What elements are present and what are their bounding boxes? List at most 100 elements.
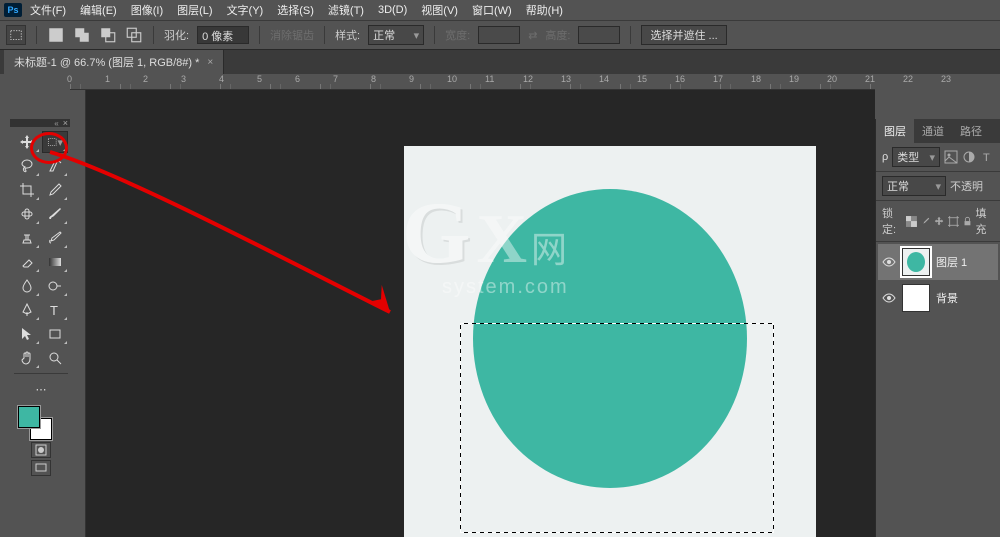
height-label: 高度: xyxy=(545,27,570,43)
tools-panel: T ⋯ xyxy=(10,127,70,480)
ruler-vertical xyxy=(70,90,86,537)
screen-mode-row xyxy=(14,460,68,476)
panel-tabs: 图层 通道 路径 xyxy=(876,119,1000,143)
lock-row: 锁定: 填充 xyxy=(876,201,1000,242)
layer-name[interactable]: 背景 xyxy=(936,290,994,306)
lock-transparency-icon[interactable] xyxy=(906,215,917,228)
brush-tool[interactable] xyxy=(42,203,68,225)
zoom-tool[interactable] xyxy=(42,347,68,369)
lock-artboard-icon[interactable] xyxy=(948,215,959,228)
subtract-selection-icon[interactable] xyxy=(99,26,117,44)
filter-type-icon[interactable]: T xyxy=(980,150,994,164)
height-input xyxy=(578,26,620,44)
hand-tool[interactable] xyxy=(14,347,40,369)
feather-label: 羽化: xyxy=(164,27,189,43)
foreground-color[interactable] xyxy=(18,406,40,428)
width-label: 宽度: xyxy=(445,27,470,43)
tab-channels[interactable]: 通道 xyxy=(914,119,952,143)
filter-adjust-icon[interactable] xyxy=(962,150,976,164)
menu-filter[interactable]: 滤镜(T) xyxy=(322,0,370,20)
blend-mode-row: 正常 不透明 xyxy=(876,172,1000,201)
pen-tool[interactable] xyxy=(14,299,40,321)
style-select[interactable]: 正常 xyxy=(368,25,424,45)
tools-header[interactable]: «× xyxy=(10,119,70,127)
intersect-selection-icon[interactable] xyxy=(125,26,143,44)
gradient-tool[interactable] xyxy=(42,251,68,273)
menu-image[interactable]: 图像(I) xyxy=(125,0,169,20)
layer-row-bg[interactable]: 背景 xyxy=(878,280,998,316)
lock-label: 锁定: xyxy=(882,205,903,237)
quick-mask-row xyxy=(14,442,68,458)
menu-layer[interactable]: 图层(L) xyxy=(171,0,218,20)
menu-file[interactable]: 文件(F) xyxy=(24,0,72,20)
edit-toolbar[interactable]: ⋯ xyxy=(28,378,54,400)
lock-brush-icon[interactable] xyxy=(920,215,931,228)
close-tab-icon[interactable]: × xyxy=(207,57,213,68)
layer-filter-row: ρ 类型 T xyxy=(876,143,1000,172)
layer-row-1[interactable]: 图层 1 xyxy=(878,244,998,280)
screen-mode[interactable] xyxy=(31,460,51,476)
menu-view[interactable]: 视图(V) xyxy=(415,0,464,20)
tab-title: 未标题-1 @ 66.7% (图层 1, RGB/8#) * xyxy=(14,54,199,70)
crop-tool[interactable] xyxy=(14,179,40,201)
lock-position-icon[interactable] xyxy=(934,215,945,228)
filter-image-icon[interactable] xyxy=(944,150,958,164)
dodge-tool[interactable] xyxy=(42,275,68,297)
canvas-workspace[interactable] xyxy=(86,90,875,537)
visibility-icon[interactable] xyxy=(882,291,896,305)
svg-text:T: T xyxy=(983,152,990,164)
width-input xyxy=(478,26,520,44)
layer-name[interactable]: 图层 1 xyxy=(936,254,994,270)
menubar: Ps 文件(F) 编辑(E) 图像(I) 图层(L) 文字(Y) 选择(S) 滤… xyxy=(0,0,1000,20)
eraser-tool[interactable] xyxy=(14,251,40,273)
right-panel: 图层 通道 路径 ρ 类型 T 正常 不透明 锁定: 填充 图层 1 背景 xyxy=(875,119,1000,537)
blur-tool[interactable] xyxy=(14,275,40,297)
layer-thumbnail[interactable] xyxy=(902,284,930,312)
menu-type[interactable]: 文字(Y) xyxy=(221,0,270,20)
spot-healing-tool[interactable] xyxy=(14,203,40,225)
ps-logo: Ps xyxy=(4,3,22,17)
lock-all-icon[interactable] xyxy=(962,215,973,228)
menu-3d[interactable]: 3D(D) xyxy=(372,2,413,18)
color-swatches[interactable] xyxy=(14,404,68,440)
blend-mode-select[interactable]: 正常 xyxy=(882,176,946,196)
eyedropper-tool[interactable] xyxy=(42,179,68,201)
feather-input[interactable]: 0 像素 xyxy=(197,26,249,44)
opacity-label: 不透明 xyxy=(950,178,983,194)
layer-thumbnail[interactable] xyxy=(902,248,930,276)
new-selection-icon[interactable] xyxy=(47,26,65,44)
svg-text:T: T xyxy=(50,303,58,318)
rectangle-shape-tool[interactable] xyxy=(42,323,68,345)
quick-selection-tool[interactable] xyxy=(42,155,68,177)
quick-mask-toggle[interactable] xyxy=(31,442,51,458)
move-tool[interactable] xyxy=(14,131,40,153)
layers-list: 图层 1 背景 xyxy=(876,242,1000,318)
history-brush-tool[interactable] xyxy=(42,227,68,249)
tool-preset[interactable] xyxy=(6,25,26,45)
refine-edge-button[interactable]: 选择并遮住 ... xyxy=(641,25,726,45)
swap-wh-icon: ⇄ xyxy=(528,29,537,42)
tab-paths[interactable]: 路径 xyxy=(952,119,990,143)
path-selection-tool[interactable] xyxy=(14,323,40,345)
fill-label: 填充 xyxy=(976,205,994,237)
ruler-horizontal: 01234567891011121314151617181920212223 xyxy=(70,74,875,90)
document-tabbar: 未标题-1 @ 66.7% (图层 1, RGB/8#) * × xyxy=(0,50,1000,74)
clone-stamp-tool[interactable] xyxy=(14,227,40,249)
marquee-selection[interactable] xyxy=(460,323,774,533)
rectangular-marquee-tool[interactable] xyxy=(42,131,68,153)
options-bar: 羽化: 0 像素 消除锯齿 样式: 正常 宽度: ⇄ 高度: 选择并遮住 ... xyxy=(0,20,1000,50)
menu-select[interactable]: 选择(S) xyxy=(271,0,320,20)
menu-window[interactable]: 窗口(W) xyxy=(466,0,518,20)
document-canvas[interactable] xyxy=(404,146,816,537)
document-tab[interactable]: 未标题-1 @ 66.7% (图层 1, RGB/8#) * × xyxy=(4,50,224,74)
lasso-tool[interactable] xyxy=(14,155,40,177)
add-selection-icon[interactable] xyxy=(73,26,91,44)
type-tool[interactable]: T xyxy=(42,299,68,321)
antialias-label: 消除锯齿 xyxy=(270,27,314,43)
marquee-rect-icon xyxy=(9,28,23,42)
menu-help[interactable]: 帮助(H) xyxy=(520,0,569,20)
menu-edit[interactable]: 编辑(E) xyxy=(74,0,123,20)
tab-layers[interactable]: 图层 xyxy=(876,119,914,143)
filter-kind-select[interactable]: 类型 xyxy=(892,147,940,167)
visibility-icon[interactable] xyxy=(882,255,896,269)
